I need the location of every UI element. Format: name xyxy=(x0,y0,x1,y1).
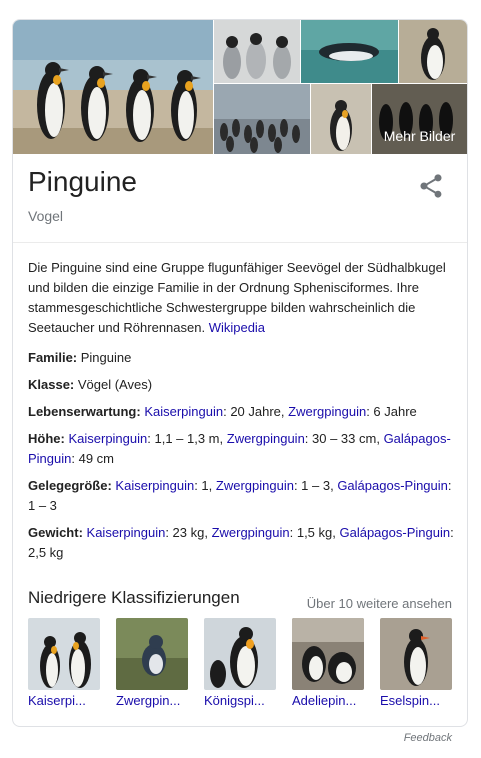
wikipedia-link[interactable]: Wikipedia xyxy=(209,320,265,335)
gallery-main-photo[interactable] xyxy=(13,20,213,154)
classification-item[interactable]: Kaiserpi... xyxy=(28,618,100,708)
fact-link[interactable]: Kaiserpinguin xyxy=(115,478,194,493)
fact-familie: Familie: Pinguine xyxy=(28,348,454,368)
fact-value: : 1, xyxy=(194,478,216,493)
fact-value: : 1 – 3, xyxy=(293,478,338,493)
fact-klasse: Klasse: Vögel (Aves) xyxy=(28,375,454,395)
more-images-button[interactable]: Mehr Bilder xyxy=(372,84,467,154)
classification-item[interactable]: Zwergpin... xyxy=(116,618,188,708)
fact-link[interactable]: Zwergpinguin xyxy=(212,525,290,540)
entity-subtitle: Vogel xyxy=(28,208,64,224)
facts-list: Familie: Pinguine Klasse: Vögel (Aves) L… xyxy=(28,348,454,570)
classification-image xyxy=(204,618,276,690)
fact-link[interactable]: Zwergpinguin xyxy=(227,431,305,446)
fact-value: : 6 Jahre xyxy=(366,404,417,419)
classification-item[interactable]: Eselspin... xyxy=(380,618,452,708)
knowledge-panel: Mehr Bilder Pinguine Vogel Die Pinguine … xyxy=(12,19,468,727)
classification-item[interactable]: Adeliepin... xyxy=(292,618,364,708)
classification-label: Kaiserpi... xyxy=(28,693,86,708)
fact-label: Höhe: xyxy=(28,431,65,446)
fact-link[interactable]: Galápagos-Pinguin xyxy=(337,478,448,493)
fact-link[interactable]: Galápagos-Pinguin xyxy=(339,525,450,540)
feedback-link[interactable]: Feedback xyxy=(404,732,452,744)
image-gallery: Mehr Bilder xyxy=(13,20,467,154)
fact-label: Klasse: xyxy=(28,377,75,392)
classifications-more-link[interactable]: Über 10 weitere ansehen xyxy=(307,596,452,611)
classification-image xyxy=(28,618,100,690)
fact-lebenserwartung: Lebenserwartung: Kaiserpinguin: 20 Jahre… xyxy=(28,402,454,422)
classification-label: Adeliepin... xyxy=(292,693,357,708)
fact-value: : 30 – 33 cm, xyxy=(304,431,384,446)
fact-link[interactable]: Kaiserpinguin xyxy=(144,404,223,419)
fact-value: Vögel (Aves) xyxy=(74,377,153,392)
gallery-photo-swimming[interactable] xyxy=(301,20,398,83)
share-icon[interactable] xyxy=(417,172,445,200)
fact-value: Pinguine xyxy=(77,350,132,365)
classifications-title: Niedrigere Klassifizierungen xyxy=(28,588,240,607)
fact-label: Gelegegröße: xyxy=(28,478,112,493)
fact-link[interactable]: Kaiserpinguin xyxy=(68,431,147,446)
gallery-photo-standing[interactable] xyxy=(399,20,467,83)
classification-label: Zwergpin... xyxy=(116,693,181,708)
fact-link[interactable]: Kaiserpinguin xyxy=(87,525,166,540)
fact-label: Gewicht: xyxy=(28,525,83,540)
entity-title: Pinguine xyxy=(28,166,137,197)
fact-value: : 23 kg, xyxy=(165,525,212,540)
gallery-photo-chicks[interactable] xyxy=(214,20,300,83)
description: Die Pinguine sind eine Gruppe flugunfähi… xyxy=(28,258,454,338)
classification-image xyxy=(116,618,188,690)
fact-value: : 1,5 kg, xyxy=(289,525,340,540)
fact-value: : 20 Jahre, xyxy=(223,404,289,419)
classification-image xyxy=(292,618,364,690)
classification-item[interactable]: Königspi... xyxy=(204,618,276,708)
fact-gelegegroesse: Gelegegröße: Kaiserpinguin: 1, Zwergping… xyxy=(28,476,454,516)
fact-hoehe: Höhe: Kaiserpinguin: 1,1 – 1,3 m, Zwergp… xyxy=(28,429,454,469)
gallery-photo-colony[interactable] xyxy=(214,84,310,154)
fact-link[interactable]: Zwergpinguin xyxy=(216,478,294,493)
fact-value: : 1,1 – 1,3 m, xyxy=(147,431,227,446)
classifications-carousel: Kaiserpi... Zwergpin... Königspi... Adel… xyxy=(28,618,454,718)
classification-label: Königspi... xyxy=(204,693,265,708)
fact-label: Familie: xyxy=(28,350,78,365)
fact-gewicht: Gewicht: Kaiserpinguin: 23 kg, Zwergping… xyxy=(28,523,454,563)
classification-label: Eselspin... xyxy=(380,693,440,708)
gallery-photo-king[interactable] xyxy=(311,84,371,154)
fact-label: Lebenserwartung: xyxy=(28,404,141,419)
divider xyxy=(13,242,467,243)
fact-value: : 49 cm xyxy=(71,451,114,466)
classification-image xyxy=(380,618,452,690)
fact-link[interactable]: Zwergpinguin xyxy=(288,404,366,419)
